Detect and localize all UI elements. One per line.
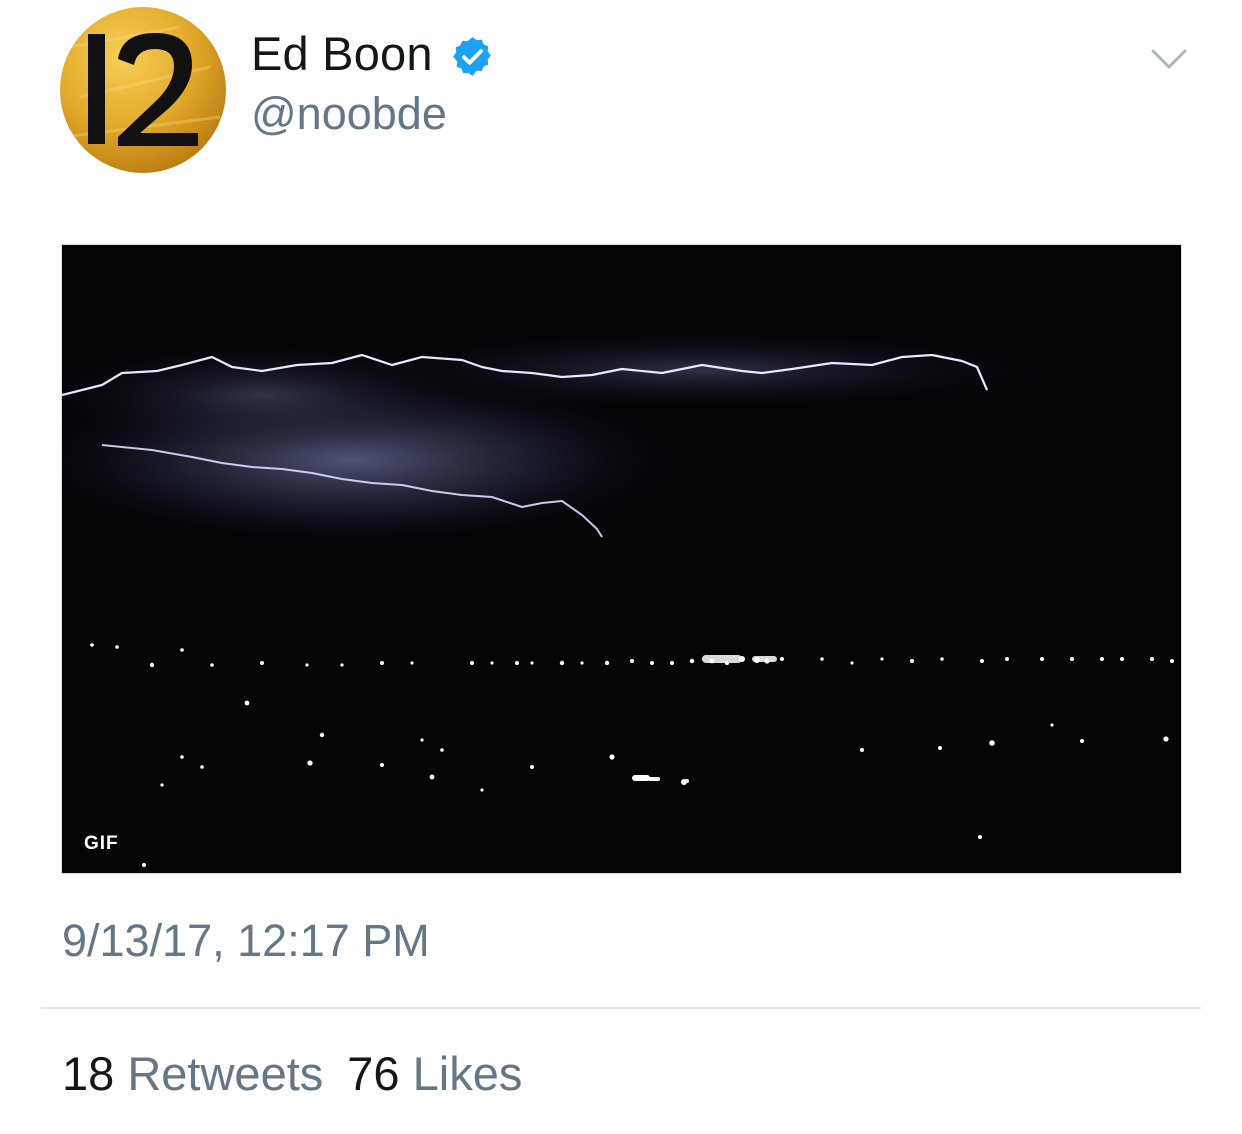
- username-handle[interactable]: @noobde: [251, 88, 447, 140]
- lightning-image: [62, 245, 1181, 873]
- retweets-stat[interactable]: 18 Retweets: [62, 1047, 323, 1100]
- retweets-count: 18: [62, 1047, 115, 1100]
- avatar[interactable]: [60, 7, 226, 173]
- tweet-stats: 18 Retweets 76 Likes: [62, 1046, 522, 1101]
- tweet-timestamp: 9/13/17, 12:17 PM: [62, 915, 430, 966]
- likes-label: Likes: [412, 1047, 523, 1100]
- chevron-down-icon[interactable]: [1150, 45, 1188, 73]
- likes-count: 76: [347, 1047, 400, 1100]
- likes-stat[interactable]: 76 Likes: [347, 1047, 522, 1100]
- verified-badge-icon: [453, 37, 491, 76]
- avatar-logo: [64, 25, 221, 146]
- display-name[interactable]: Ed Boon: [251, 26, 433, 81]
- gif-badge: GIF: [84, 833, 119, 854]
- retweets-label: Retweets: [127, 1047, 324, 1100]
- divider: [41, 1007, 1201, 1009]
- tweet-media-gif[interactable]: GIF: [61, 244, 1182, 874]
